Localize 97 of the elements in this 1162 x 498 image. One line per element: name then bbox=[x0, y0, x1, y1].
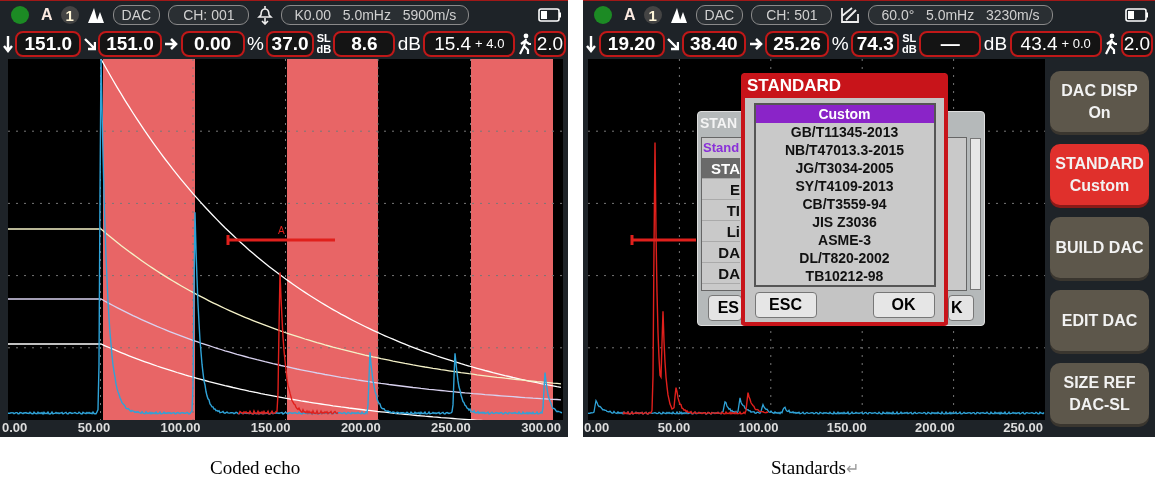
surface-reading: 0.00 bbox=[180, 31, 245, 57]
list-item[interactable]: TI bbox=[702, 200, 740, 221]
depth-reading: 151.0 bbox=[15, 31, 82, 57]
mode-label: A bbox=[624, 6, 636, 24]
list-item[interactable]: JG/T3034-2005 bbox=[755, 159, 934, 177]
list-item[interactable]: STA bbox=[702, 158, 740, 179]
probe-number: 1 bbox=[60, 6, 79, 24]
list-item[interactable]: CB/T3559-94 bbox=[755, 195, 934, 213]
caption: Coded echo bbox=[210, 456, 301, 479]
list-item[interactable]: E bbox=[702, 179, 740, 200]
amplitude-reading: 37.0 bbox=[266, 31, 315, 57]
probe-icon bbox=[257, 5, 274, 25]
path-reading: 151.0 bbox=[97, 31, 162, 57]
menu-button[interactable]: STANDARD Custom bbox=[1050, 144, 1149, 205]
axis-tick-label: 150.00 bbox=[250, 420, 291, 436]
sl-label: SL bbox=[316, 33, 331, 44]
dialog-button[interactable]: K bbox=[948, 295, 974, 321]
sl-reading: — bbox=[919, 31, 982, 57]
step-reading: 2.0 bbox=[533, 31, 566, 57]
curve-mode-label: DAC bbox=[695, 5, 744, 25]
gain-value: 43.4 bbox=[1020, 33, 1058, 55]
menu-button[interactable]: EDIT DAC bbox=[1050, 290, 1149, 351]
list-item[interactable]: ASME-3 bbox=[755, 231, 934, 249]
scrollbar[interactable] bbox=[970, 138, 981, 290]
list-item[interactable]: Li bbox=[702, 221, 740, 242]
status-light-icon bbox=[594, 6, 612, 24]
angle-probe-icon bbox=[840, 6, 861, 24]
depth-reading: 19.20 bbox=[598, 31, 665, 57]
down-arrow-icon bbox=[3, 35, 13, 53]
dialog-button[interactable]: ESC bbox=[754, 292, 817, 318]
axis-tick-label: 100.00 bbox=[160, 420, 201, 436]
gate-label: A bbox=[278, 225, 285, 236]
channel-label: CH: 001 bbox=[168, 5, 250, 25]
list-item[interactable]: NB/T47013.3-2015 bbox=[755, 141, 934, 159]
menu-button[interactable]: BUILD DAC bbox=[1050, 217, 1149, 278]
paragraph-mark: ↵ bbox=[845, 458, 859, 478]
axis-tick-label: 100.00 bbox=[738, 420, 779, 436]
dialog-title: STANDARD bbox=[745, 73, 944, 98]
db-label: dB bbox=[983, 33, 1008, 55]
diagonal-arrow-icon bbox=[83, 37, 96, 51]
gain-offset: + 4.0 bbox=[475, 35, 505, 53]
dialog-button[interactable]: ES bbox=[708, 295, 742, 321]
status-light-icon bbox=[11, 6, 29, 24]
battery-icon bbox=[538, 8, 562, 22]
probe-settings-label: 60.0° 5.0mHz 3230m/s bbox=[868, 5, 1053, 25]
walking-person-icon bbox=[1104, 33, 1119, 55]
peaks-icon bbox=[669, 6, 688, 24]
list-item[interactable]: DL/T820-2002 bbox=[755, 249, 934, 267]
gain-value: 15.4 bbox=[434, 33, 472, 55]
list-item[interactable]: TB10212-98 bbox=[755, 267, 934, 285]
menu-button[interactable]: DAC DISP On bbox=[1050, 71, 1149, 132]
walking-person-icon bbox=[517, 33, 532, 55]
list-item[interactable]: GB/T11345-2013 bbox=[755, 123, 934, 141]
mode-label: A bbox=[41, 6, 53, 24]
surface-reading: 25.26 bbox=[765, 31, 830, 57]
right-arrow-icon bbox=[748, 38, 763, 50]
axis-tick-label: 300.00 bbox=[521, 420, 561, 436]
list-header: Stand bbox=[702, 139, 739, 157]
axis-tick-label: 250.00 bbox=[431, 420, 471, 436]
probe-settings-label: K0.00 5.0mHz 5900m/s bbox=[281, 5, 470, 25]
gain-offset: + 0.0 bbox=[1061, 35, 1091, 53]
diagonal-arrow-icon bbox=[667, 37, 680, 51]
dialog-button[interactable]: OK bbox=[872, 292, 935, 318]
path-reading: 38.40 bbox=[681, 31, 746, 57]
caption: Standards bbox=[771, 456, 846, 479]
axis-tick-label: 200.00 bbox=[915, 420, 955, 436]
curve-mode-label: DAC bbox=[112, 5, 161, 25]
sl-label: SL bbox=[902, 33, 917, 44]
peaks-icon bbox=[86, 6, 105, 24]
db-unit-label: dB bbox=[316, 44, 332, 55]
down-arrow-icon bbox=[586, 35, 596, 53]
menu-button[interactable]: SIZE REF DAC-SL bbox=[1050, 363, 1149, 424]
gate-marker bbox=[630, 233, 698, 247]
list-item[interactable]: SY/T4109-2013 bbox=[755, 177, 934, 195]
list-item[interactable]: Custom bbox=[755, 105, 934, 123]
amplitude-reading: 74.3 bbox=[851, 31, 900, 57]
axis-tick-label: 250.00 bbox=[1003, 420, 1043, 436]
db-label: dB bbox=[397, 33, 421, 55]
axis-tick-label: 50.00 bbox=[657, 420, 691, 436]
axis-tick-label: 50.00 bbox=[77, 420, 111, 436]
axis-tick-label: 0.00 bbox=[2, 420, 28, 436]
percent-label: % bbox=[831, 33, 849, 55]
axis-tick-label: 150.00 bbox=[826, 420, 867, 436]
list-item[interactable]: JIS Z3036 bbox=[755, 213, 934, 231]
step-reading: 2.0 bbox=[1120, 31, 1153, 57]
dialog-title: STAN bbox=[700, 115, 738, 131]
list-item[interactable]: DA bbox=[702, 263, 740, 284]
list-item[interactable]: DA bbox=[702, 242, 740, 263]
battery-icon bbox=[1125, 8, 1149, 22]
axis-tick-label: 0.00 bbox=[584, 420, 610, 436]
percent-label: % bbox=[246, 33, 264, 55]
probe-number: 1 bbox=[643, 6, 662, 24]
right-arrow-icon bbox=[164, 38, 179, 50]
channel-label: CH: 501 bbox=[751, 5, 833, 25]
db-unit-label: dB bbox=[901, 44, 917, 55]
sl-reading: 8.6 bbox=[333, 31, 396, 57]
axis-tick-label: 200.00 bbox=[340, 420, 381, 436]
